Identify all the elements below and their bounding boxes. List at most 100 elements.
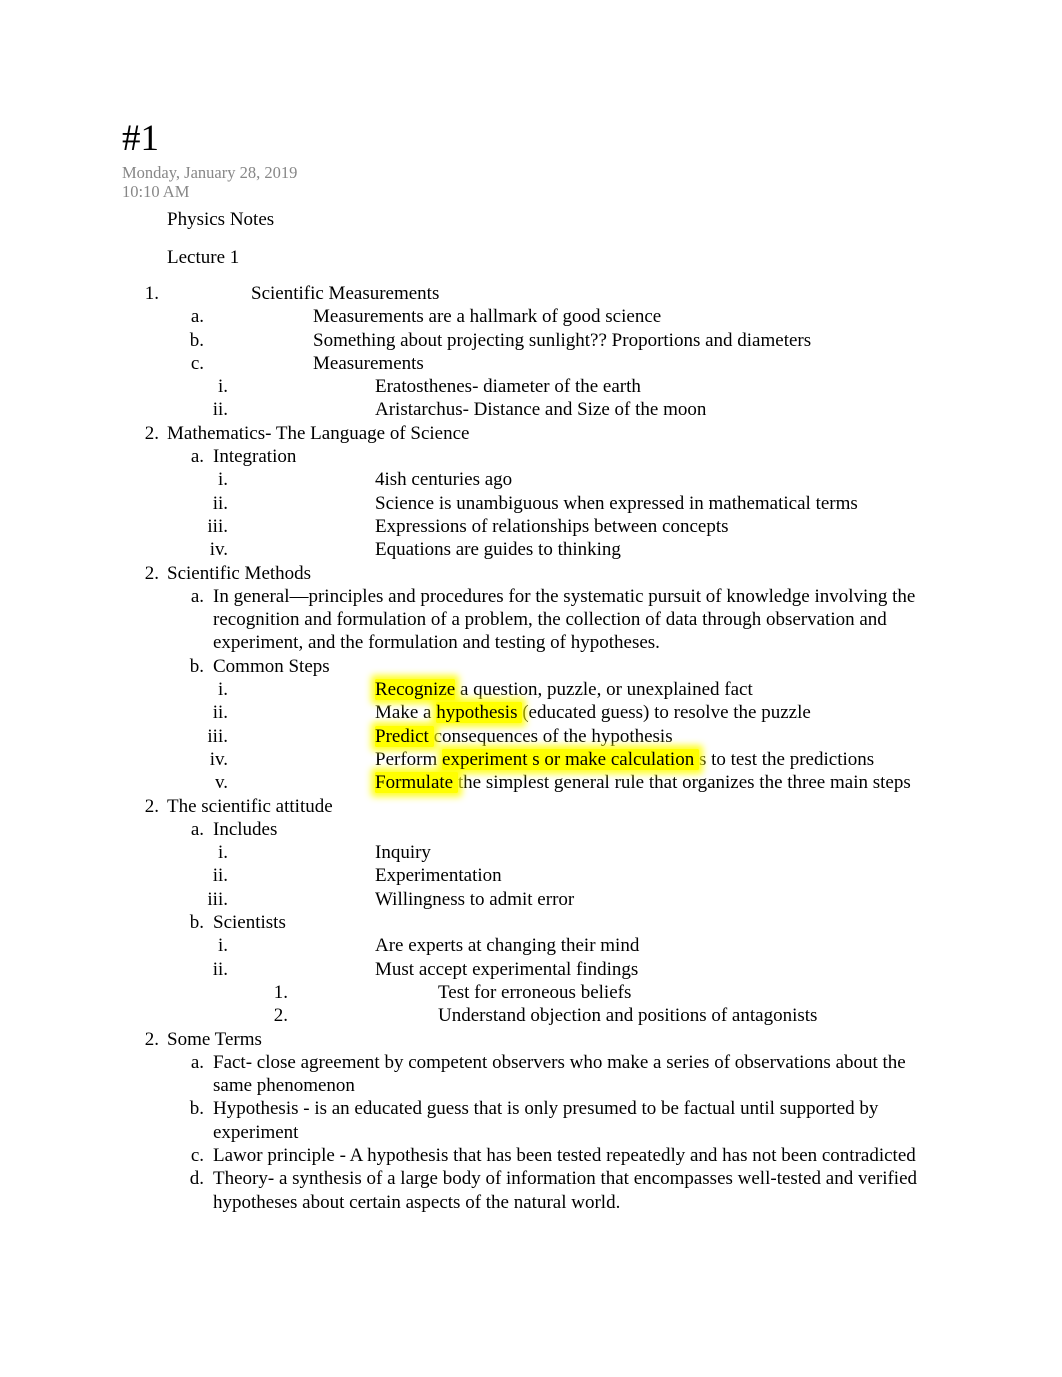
note-heading-lecture-1[interactable]: Lecture 1: [167, 246, 239, 269]
outline-item[interactable]: 1. Scientific Measurements: [0, 282, 1062, 305]
outline-marker: iii.: [207, 725, 228, 747]
outline-marker: i.: [217, 376, 228, 398]
outline-text: Aristarchus- Distance and Size of the mo…: [375, 399, 707, 421]
outline-text: Expressions of relationships between con…: [375, 515, 729, 537]
page-title[interactable]: #1: [122, 118, 942, 160]
plain-text: s to test the predictions: [698, 748, 875, 770]
outline-marker: iii.: [207, 888, 228, 910]
outline-item[interactable]: iii. Predict consequences of the hypothes…: [0, 725, 1062, 748]
outline-item[interactable]: a. Fact- close agreement by competent obs…: [0, 1051, 1062, 1098]
outline-item[interactable]: b. Common Steps: [0, 655, 1062, 678]
outline-text: Experimentation: [375, 865, 502, 887]
outline-marker: a.: [190, 585, 204, 607]
outline-marker: 2.: [144, 562, 159, 584]
outline-text: Test for erroneous beliefs: [438, 981, 632, 1003]
outline-item[interactable]: c. Lawor principle - A hypothesis that ha…: [0, 1144, 1062, 1167]
outline-text: Theory- a synthesis of a large body of i…: [213, 1168, 918, 1213]
outline-marker: 2.: [144, 422, 159, 444]
page-date: Monday, January 28, 2019: [122, 163, 298, 182]
outline-text: Measurements are a hallmark of good scie…: [313, 306, 662, 328]
outline-text: Scientists: [213, 912, 286, 934]
outline-item[interactable]: iv. Equations are guides to thinking: [0, 538, 1062, 561]
outline-item[interactable]: i. Are experts at changing their mind: [0, 934, 1062, 957]
outline-marker: a.: [190, 818, 204, 840]
outline-text: Inquiry: [375, 842, 431, 864]
outline-marker: ii.: [212, 399, 228, 421]
outline-item[interactable]: c. Measurements: [0, 352, 1062, 375]
outline-item[interactable]: ii. Experimentation: [0, 864, 1062, 887]
outline-item[interactable]: ii. Science is unambiguous when expressed…: [0, 492, 1062, 515]
outline-item[interactable]: 2. Scientific Methods: [0, 562, 1062, 585]
outline-item[interactable]: ii. Make a hypothesis (educated guess) to…: [0, 701, 1062, 724]
outline-item[interactable]: iii. Willingness to admit error: [0, 888, 1062, 911]
outline-item[interactable]: v. Formulate the simplest general rule th…: [0, 771, 1062, 794]
outline-marker: a.: [190, 306, 204, 328]
outline-marker: v.: [214, 772, 228, 794]
outline-text: Mathematics- The Language of Science: [167, 422, 470, 444]
outline-item[interactable]: b. Something about projecting sunlight?? …: [0, 329, 1062, 352]
outline-marker: c.: [190, 352, 204, 374]
plain-text: a question, puzzle, or unexplained fact: [455, 679, 753, 701]
outline-item[interactable]: iii. Expressions of relationships between…: [0, 515, 1062, 538]
outline-text: Formulate the simplest general rule that…: [375, 771, 932, 794]
plain-text: consequences of the hypothesis: [433, 725, 673, 747]
plain-text: Perform: [375, 748, 443, 770]
outline-item[interactable]: a. Measurements are a hallmark of good sc…: [0, 305, 1062, 328]
page-title-block: #1 Monday, January 28, 2019 10:10 AM: [122, 118, 942, 201]
outline-marker: ii.: [212, 492, 228, 514]
outline-marker: iii.: [207, 515, 228, 537]
outline-text: Hypothesis - is an educated guess that i…: [213, 1098, 879, 1143]
highlighted-text: Recognize: [375, 679, 456, 701]
outline-text: Equations are guides to thinking: [375, 539, 621, 561]
outline-marker: 2.: [144, 795, 159, 817]
outline-text: Scientific Measurements: [251, 283, 440, 304]
outline-item[interactable]: i. Inquiry: [0, 841, 1062, 864]
outline-item[interactable]: i. Eratosthenes- diameter of the earth: [0, 375, 1062, 398]
outline-marker: 2.: [273, 1005, 288, 1027]
highlighted-text: Formulate: [375, 772, 458, 794]
outline-item[interactable]: 2. Understand objection and positions of …: [0, 1004, 1062, 1027]
outline-item[interactable]: i. Recognize a question, puzzle, or unexp…: [0, 678, 1062, 701]
outline-item[interactable]: a. Includes: [0, 818, 1062, 841]
outline-marker: iv.: [209, 748, 228, 770]
outline-text: Eratosthenes- diameter of the earth: [375, 376, 641, 398]
outline-marker: i.: [217, 679, 228, 701]
outline-item[interactable]: a. In general—principles and procedures f…: [0, 585, 1062, 655]
plain-text: Make a: [375, 702, 437, 724]
onenote-page: #1 Monday, January 28, 2019 10:10 AM Phy…: [0, 0, 1062, 1377]
outline-marker: i.: [217, 935, 228, 957]
outline-text: Lawor principle - A hypothesis that has …: [213, 1144, 916, 1166]
outline-text: 4ish centuries ago: [375, 469, 513, 491]
outline-item[interactable]: b. Scientists: [0, 911, 1062, 934]
outline-text: Scientific Methods: [167, 562, 312, 584]
plain-text: (educated guess) to resolve the puzzle: [522, 702, 811, 724]
outline-marker: b.: [189, 329, 204, 351]
plain-text: the simplest general rule that organizes…: [457, 772, 911, 794]
outline-item[interactable]: i. 4ish centuries ago: [0, 468, 1062, 491]
outline-marker: b.: [189, 912, 204, 934]
outline-item[interactable]: 2. Some Terms: [0, 1028, 1062, 1051]
outline-item[interactable]: ii. Must accept experimental findings: [0, 958, 1062, 981]
outline-text: Integration: [213, 446, 297, 468]
outline-text: Fact- close agreement by competent obser…: [213, 1051, 906, 1097]
outline-text: Recognize a question, puzzle, or unexpla…: [375, 678, 932, 701]
note-heading-physics-notes[interactable]: Physics Notes: [167, 208, 274, 231]
outline-item[interactable]: a. Integration: [0, 445, 1062, 468]
outline-marker: iv.: [209, 539, 228, 561]
outline-item[interactable]: b. Hypothesis - is an educated guess that…: [0, 1097, 1062, 1144]
outline-text: Understand objection and positions of an…: [438, 1005, 818, 1027]
outline-item[interactable]: 2. Mathematics- The Language of Science: [0, 422, 1062, 445]
outline-marker: b.: [189, 655, 204, 677]
outline-text: Something about projecting sunlight?? Pr…: [313, 329, 812, 351]
outline-marker: ii.: [212, 865, 228, 887]
highlighted-text: experiment s or make calculation: [442, 748, 699, 770]
outline-text: Predict consequences of the hypothesis: [375, 725, 932, 748]
outline-item[interactable]: ii. Aristarchus- Distance and Size of the…: [0, 398, 1062, 421]
outline-list[interactable]: 1. Scientific Measurements a. Measurements …: [0, 282, 1062, 1214]
outline-item[interactable]: 2. The scientific attitude: [0, 795, 1062, 818]
outline-item[interactable]: 1. Test for erroneous beliefs: [0, 981, 1062, 1004]
outline-text: Make a hypothesis (educated guess) to re…: [375, 701, 932, 724]
outline-item[interactable]: iv. Perform experiment s or make calculat…: [0, 748, 1062, 771]
outline-item[interactable]: d. Theory- a synthesis of a large body of…: [0, 1167, 1062, 1214]
outline-marker: ii.: [212, 958, 228, 980]
